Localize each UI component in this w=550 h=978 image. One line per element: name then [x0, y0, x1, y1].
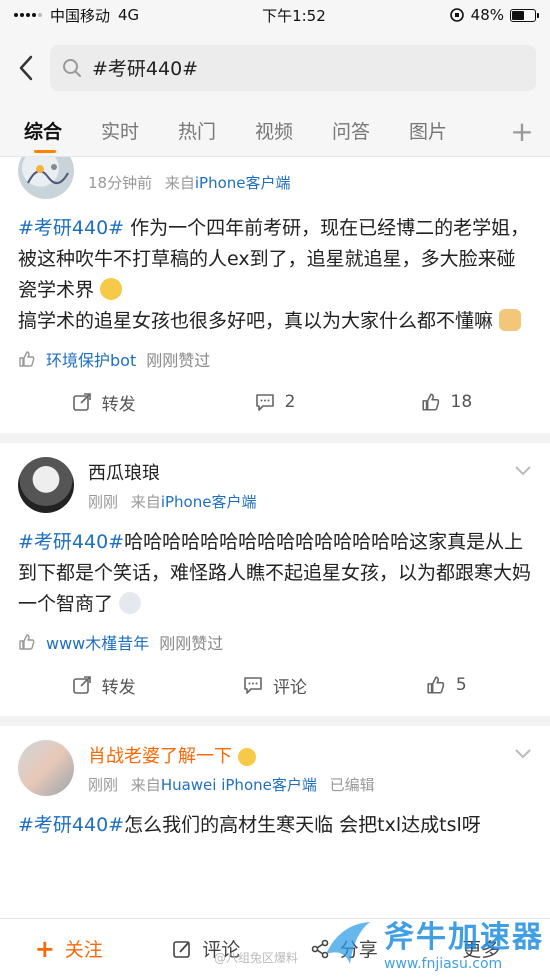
- shocked-emoji-icon: [119, 592, 142, 614]
- avatar[interactable]: [18, 157, 74, 199]
- repost-icon: [72, 676, 91, 694]
- tab-bar: 综合 实时 热门 视频 问答 图片 +: [0, 105, 550, 157]
- comment-label: 评论: [272, 677, 307, 698]
- like-count: 18: [450, 392, 473, 412]
- post-content: #考研440# 作为一个四年前考研，现在已经博二的老学姐，被这种吹牛不打草稿的人…: [18, 213, 532, 337]
- watermark-url: www.fnjiasu.com: [384, 956, 503, 972]
- thumb-up-icon: [427, 676, 445, 694]
- thumb-up-icon: [19, 351, 35, 367]
- edited-label: 已编辑: [329, 775, 375, 794]
- avatar[interactable]: [18, 740, 74, 796]
- post-source[interactable]: iPhone客户端: [161, 493, 257, 511]
- signal-icon: [14, 13, 42, 17]
- repost-icon: [72, 393, 91, 411]
- post-card: 西瓜琅琅 刚刚 来自iPhone客户端 #考研440#哈哈哈哈哈哈哈哈哈哈哈哈哈…: [0, 443, 550, 716]
- search-icon: [63, 58, 81, 77]
- edit-icon: [173, 940, 191, 958]
- repost-label: 转发: [101, 394, 136, 415]
- user-name-text: 肖战老婆了解一下: [88, 745, 232, 767]
- from-label: 来自: [164, 173, 195, 192]
- carrier-label: 中国移动: [50, 6, 111, 25]
- search-header: #考研440#: [0, 30, 550, 105]
- post-time: 18分钟前: [88, 173, 153, 192]
- comment-count: 2: [284, 392, 296, 412]
- follow-label: 关注: [64, 939, 103, 961]
- post-card: 肖战老婆了解一下 刚刚 来自Huawei iPhone客户端 已编辑 #考研44…: [0, 726, 550, 921]
- watermark: 斧牛加速器 www.fnjiasu.com: [320, 912, 544, 972]
- tab-images[interactable]: 图片: [409, 117, 486, 156]
- tab-realtime[interactable]: 实时: [101, 117, 178, 156]
- post-header: 西瓜琅琅 刚刚 来自iPhone客户端: [18, 443, 532, 513]
- user-name[interactable]: 肖战老婆了解一下: [88, 742, 375, 768]
- tab-hot[interactable]: 热门: [178, 117, 255, 156]
- chevron-left-icon: [19, 55, 33, 80]
- repost-label: 转发: [101, 677, 136, 698]
- repost-button[interactable]: 转发: [18, 390, 189, 415]
- repost-button[interactable]: 转发: [18, 673, 189, 698]
- avatar[interactable]: [18, 457, 74, 513]
- comment-button[interactable]: 评论: [189, 673, 360, 698]
- tab-video[interactable]: 视频: [255, 117, 332, 156]
- doge-emoji-icon: [499, 309, 522, 331]
- feed[interactable]: 18分钟前 来自iPhone客户端 #考研440# 作为一个四年前考研，现在已经…: [0, 157, 550, 978]
- post-content: #考研440#哈哈哈哈哈哈哈哈哈哈哈哈哈哈哈这家真是从上到下都是个笑话，难怪路人…: [18, 527, 532, 620]
- status-bar: 中国移动 4G 下午1:52 48%: [0, 0, 550, 30]
- post-header: 18分钟前 来自iPhone客户端: [18, 157, 532, 199]
- comment-icon: [255, 394, 274, 411]
- post-header: 肖战老婆了解一下 刚刚 来自Huawei iPhone客户端 已编辑: [18, 726, 532, 796]
- follow-button[interactable]: + 关注: [0, 935, 138, 963]
- battery-icon: [510, 8, 539, 22]
- post-actions: 转发 2 18: [18, 371, 532, 433]
- post-time: 刚刚: [88, 492, 119, 511]
- thinking-emoji-icon: [100, 278, 123, 300]
- battery-percent: 48%: [470, 6, 504, 24]
- post-content: #考研440#怎么我们的高材生寒天临 会把txl达成tsl呀: [18, 810, 532, 841]
- hashtag[interactable]: #考研440#: [18, 814, 124, 836]
- post-text-2: 搞学术的追星女孩也很多好吧，真以为大家什么都不懂嘛: [18, 310, 494, 332]
- hashtag[interactable]: #考研440#: [18, 531, 124, 553]
- clock: 下午1:52: [262, 6, 326, 25]
- orientation-lock-icon: [449, 8, 464, 22]
- user-name[interactable]: 西瓜琅琅: [88, 459, 256, 485]
- from-label: 来自: [130, 775, 161, 794]
- liked-by-user[interactable]: 环境保护bot: [46, 347, 136, 371]
- liked-by-row: www木槿昔年 刚刚赞过: [18, 630, 532, 654]
- like-count: 5: [455, 675, 467, 695]
- liked-by-suffix: 刚刚赞过: [159, 634, 224, 653]
- network-label: 4G: [118, 6, 140, 24]
- tab-qa[interactable]: 问答: [332, 117, 409, 156]
- add-tab-button[interactable]: +: [502, 115, 542, 156]
- hashtag[interactable]: #考研440#: [18, 217, 124, 239]
- post-meta: 18分钟前 来自iPhone客户端: [88, 172, 291, 193]
- liked-by-suffix: 刚刚赞过: [146, 351, 211, 370]
- plus-icon: +: [34, 934, 55, 963]
- from-label: 来自: [130, 492, 161, 511]
- comment-button[interactable]: 2: [189, 392, 360, 412]
- post-text: 怎么我们的高材生寒天临 会把txl达成tsl呀: [124, 814, 481, 836]
- post-time: 刚刚: [88, 775, 119, 794]
- post-source[interactable]: iPhone客户端: [195, 174, 291, 192]
- comment-icon: [244, 677, 262, 694]
- watermark-credit: @八组兔区爆料: [214, 951, 299, 965]
- liked-by-user[interactable]: www木槿昔年: [46, 630, 149, 654]
- search-input[interactable]: #考研440#: [50, 44, 536, 91]
- like-button[interactable]: 18: [361, 392, 532, 412]
- chevron-down-icon[interactable]: [514, 748, 532, 760]
- back-button[interactable]: [14, 48, 38, 88]
- like-button[interactable]: 5: [361, 675, 532, 695]
- post-actions: 转发 评论 5: [18, 654, 532, 716]
- post-meta: 刚刚 来自iPhone客户端: [88, 491, 256, 512]
- thumb-up-icon: [19, 634, 35, 650]
- post-meta: 刚刚 来自Huawei iPhone客户端 已编辑: [88, 774, 375, 795]
- post-card: 18分钟前 来自iPhone客户端 #考研440# 作为一个四年前考研，现在已经…: [0, 157, 550, 433]
- heart-eyes-emoji-icon: [237, 747, 256, 766]
- watermark-logo-icon: [326, 922, 370, 964]
- search-query: #考研440#: [92, 58, 199, 80]
- watermark-title: 斧牛加速器: [384, 920, 544, 955]
- chevron-down-icon[interactable]: [514, 465, 532, 477]
- tab-comprehensive[interactable]: 综合: [24, 117, 101, 156]
- thumb-up-icon: [421, 393, 439, 411]
- liked-by-row: 环境保护bot 刚刚赞过: [18, 347, 532, 371]
- post-source[interactable]: Huawei iPhone客户端: [161, 776, 317, 794]
